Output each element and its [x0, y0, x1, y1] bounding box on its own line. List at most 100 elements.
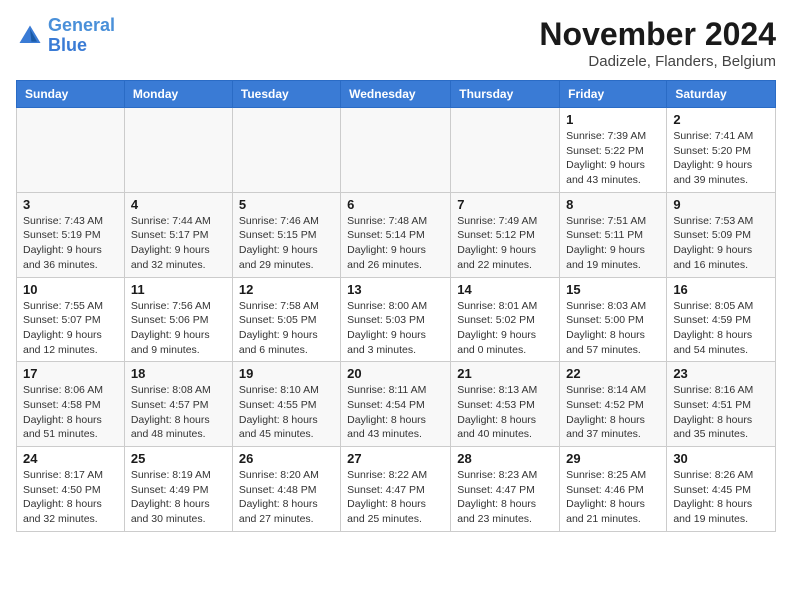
page-container: General Blue November 2024 Dadizele, Fla…: [0, 0, 792, 548]
day-number: 30: [673, 451, 769, 466]
calendar-cell: 1Sunrise: 7:39 AM Sunset: 5:22 PM Daylig…: [560, 108, 667, 193]
day-info: Sunrise: 7:58 AM Sunset: 5:05 PM Dayligh…: [239, 299, 334, 358]
day-info: Sunrise: 7:55 AM Sunset: 5:07 PM Dayligh…: [23, 299, 118, 358]
calendar-cell: 30Sunrise: 8:26 AM Sunset: 4:45 PM Dayli…: [667, 447, 776, 532]
calendar-cell: [451, 108, 560, 193]
calendar-cell: 2 Sunrise: 7:41 AM Sunset: 5:20 PM Daylig…: [667, 108, 776, 193]
calendar-cell: [232, 108, 340, 193]
calendar-cell: [17, 108, 125, 193]
calendar-cell: 4 Sunrise: 7:44 AM Sunset: 5:17 PM Daylig…: [124, 192, 232, 277]
day-info: Sunrise: 8:06 AM Sunset: 4:58 PM Dayligh…: [23, 383, 118, 442]
logo: General Blue: [16, 16, 115, 56]
day-number: 24: [23, 451, 118, 466]
day-info: Sunrise: 7:41 AM Sunset: 5:20 PM Dayligh…: [673, 129, 769, 188]
calendar-cell: 7 Sunrise: 7:49 AM Sunset: 5:12 PM Daylig…: [451, 192, 560, 277]
day-info: Sunrise: 8:10 AM Sunset: 4:55 PM Dayligh…: [239, 383, 334, 442]
calendar-cell: 14 Sunrise: 8:01 AM Sunset: 5:02 PM Dayli…: [451, 277, 560, 362]
calendar-cell: 25Sunrise: 8:19 AM Sunset: 4:49 PM Dayli…: [124, 447, 232, 532]
day-number: 3: [23, 197, 118, 212]
day-number: 25: [131, 451, 226, 466]
day-info: Sunrise: 8:01 AM Sunset: 5:02 PM Dayligh…: [457, 299, 553, 358]
day-info: Sunrise: 8:14 AM Sunset: 4:52 PM Dayligh…: [566, 383, 660, 442]
day-number: 21: [457, 366, 553, 381]
calendar-cell: 26Sunrise: 8:20 AM Sunset: 4:48 PM Dayli…: [232, 447, 340, 532]
calendar-cell: 8Sunrise: 7:51 AM Sunset: 5:11 PM Daylig…: [560, 192, 667, 277]
week-row-2: 3 Sunrise: 7:43 AM Sunset: 5:19 PM Daylig…: [17, 192, 776, 277]
day-info: Sunrise: 7:39 AM Sunset: 5:22 PM Dayligh…: [566, 129, 660, 188]
calendar-cell: 23Sunrise: 8:16 AM Sunset: 4:51 PM Dayli…: [667, 362, 776, 447]
day-number: 19: [239, 366, 334, 381]
day-info: Sunrise: 7:48 AM Sunset: 5:14 PM Dayligh…: [347, 214, 444, 273]
logo-text: General Blue: [48, 16, 115, 56]
title-area: November 2024 Dadizele, Flanders, Belgiu…: [539, 16, 776, 70]
day-info: Sunrise: 8:08 AM Sunset: 4:57 PM Dayligh…: [131, 383, 226, 442]
calendar-cell: [341, 108, 451, 193]
calendar-cell: 5Sunrise: 7:46 AM Sunset: 5:15 PM Daylig…: [232, 192, 340, 277]
day-info: Sunrise: 8:25 AM Sunset: 4:46 PM Dayligh…: [566, 468, 660, 527]
calendar-cell: 28 Sunrise: 8:23 AM Sunset: 4:47 PM Dayli…: [451, 447, 560, 532]
calendar-cell: 18Sunrise: 8:08 AM Sunset: 4:57 PM Dayli…: [124, 362, 232, 447]
day-number: 11: [131, 282, 226, 297]
day-info: Sunrise: 8:17 AM Sunset: 4:50 PM Dayligh…: [23, 468, 118, 527]
calendar-cell: 19 Sunrise: 8:10 AM Sunset: 4:55 PM Dayli…: [232, 362, 340, 447]
calendar-cell: 16 Sunrise: 8:05 AM Sunset: 4:59 PM Dayli…: [667, 277, 776, 362]
day-info: Sunrise: 8:13 AM Sunset: 4:53 PM Dayligh…: [457, 383, 553, 442]
day-number: 13: [347, 282, 444, 297]
day-info: Sunrise: 8:11 AM Sunset: 4:54 PM Dayligh…: [347, 383, 444, 442]
calendar-cell: 12 Sunrise: 7:58 AM Sunset: 5:05 PM Dayli…: [232, 277, 340, 362]
day-number: 14: [457, 282, 553, 297]
day-number: 6: [347, 197, 444, 212]
logo-blue: Blue: [48, 35, 87, 55]
day-info: Sunrise: 8:22 AM Sunset: 4:47 PM Dayligh…: [347, 468, 444, 527]
day-number: 7: [457, 197, 553, 212]
calendar-header-row: SundayMondayTuesdayWednesdayThursdayFrid…: [17, 81, 776, 108]
day-number: 15: [566, 282, 660, 297]
day-number: 23: [673, 366, 769, 381]
col-header-thursday: Thursday: [451, 81, 560, 108]
day-info: Sunrise: 7:56 AM Sunset: 5:06 PM Dayligh…: [131, 299, 226, 358]
month-title: November 2024: [539, 16, 776, 53]
col-header-saturday: Saturday: [667, 81, 776, 108]
location: Dadizele, Flanders, Belgium: [539, 53, 776, 70]
day-number: 12: [239, 282, 334, 297]
day-number: 28: [457, 451, 553, 466]
calendar-cell: 21 Sunrise: 8:13 AM Sunset: 4:53 PM Dayli…: [451, 362, 560, 447]
day-number: 27: [347, 451, 444, 466]
calendar-table: SundayMondayTuesdayWednesdayThursdayFrid…: [16, 80, 776, 532]
day-number: 8: [566, 197, 660, 212]
week-row-3: 10Sunrise: 7:55 AM Sunset: 5:07 PM Dayli…: [17, 277, 776, 362]
day-info: Sunrise: 8:05 AM Sunset: 4:59 PM Dayligh…: [673, 299, 769, 358]
day-number: 16: [673, 282, 769, 297]
calendar-cell: 9 Sunrise: 7:53 AM Sunset: 5:09 PM Daylig…: [667, 192, 776, 277]
calendar-cell: 24 Sunrise: 8:17 AM Sunset: 4:50 PM Dayli…: [17, 447, 125, 532]
col-header-tuesday: Tuesday: [232, 81, 340, 108]
day-number: 26: [239, 451, 334, 466]
calendar-cell: 11 Sunrise: 7:56 AM Sunset: 5:06 PM Dayli…: [124, 277, 232, 362]
day-number: 5: [239, 197, 334, 212]
day-number: 17: [23, 366, 118, 381]
day-info: Sunrise: 7:53 AM Sunset: 5:09 PM Dayligh…: [673, 214, 769, 273]
calendar-cell: 13Sunrise: 8:00 AM Sunset: 5:03 PM Dayli…: [341, 277, 451, 362]
day-number: 2: [673, 112, 769, 127]
week-row-5: 24 Sunrise: 8:17 AM Sunset: 4:50 PM Dayli…: [17, 447, 776, 532]
calendar-cell: 6 Sunrise: 7:48 AM Sunset: 5:14 PM Daylig…: [341, 192, 451, 277]
day-info: Sunrise: 8:23 AM Sunset: 4:47 PM Dayligh…: [457, 468, 553, 527]
calendar-cell: 17 Sunrise: 8:06 AM Sunset: 4:58 PM Dayli…: [17, 362, 125, 447]
week-row-4: 17 Sunrise: 8:06 AM Sunset: 4:58 PM Dayli…: [17, 362, 776, 447]
calendar-cell: 10Sunrise: 7:55 AM Sunset: 5:07 PM Dayli…: [17, 277, 125, 362]
day-number: 29: [566, 451, 660, 466]
col-header-friday: Friday: [560, 81, 667, 108]
day-number: 22: [566, 366, 660, 381]
day-number: 20: [347, 366, 444, 381]
day-info: Sunrise: 7:43 AM Sunset: 5:19 PM Dayligh…: [23, 214, 118, 273]
col-header-monday: Monday: [124, 81, 232, 108]
header: General Blue November 2024 Dadizele, Fla…: [16, 16, 776, 70]
day-info: Sunrise: 7:44 AM Sunset: 5:17 PM Dayligh…: [131, 214, 226, 273]
logo-general: General: [48, 15, 115, 35]
day-number: 4: [131, 197, 226, 212]
calendar-cell: 20 Sunrise: 8:11 AM Sunset: 4:54 PM Dayli…: [341, 362, 451, 447]
day-info: Sunrise: 7:49 AM Sunset: 5:12 PM Dayligh…: [457, 214, 553, 273]
day-number: 9: [673, 197, 769, 212]
day-info: Sunrise: 8:03 AM Sunset: 5:00 PM Dayligh…: [566, 299, 660, 358]
calendar-cell: [124, 108, 232, 193]
